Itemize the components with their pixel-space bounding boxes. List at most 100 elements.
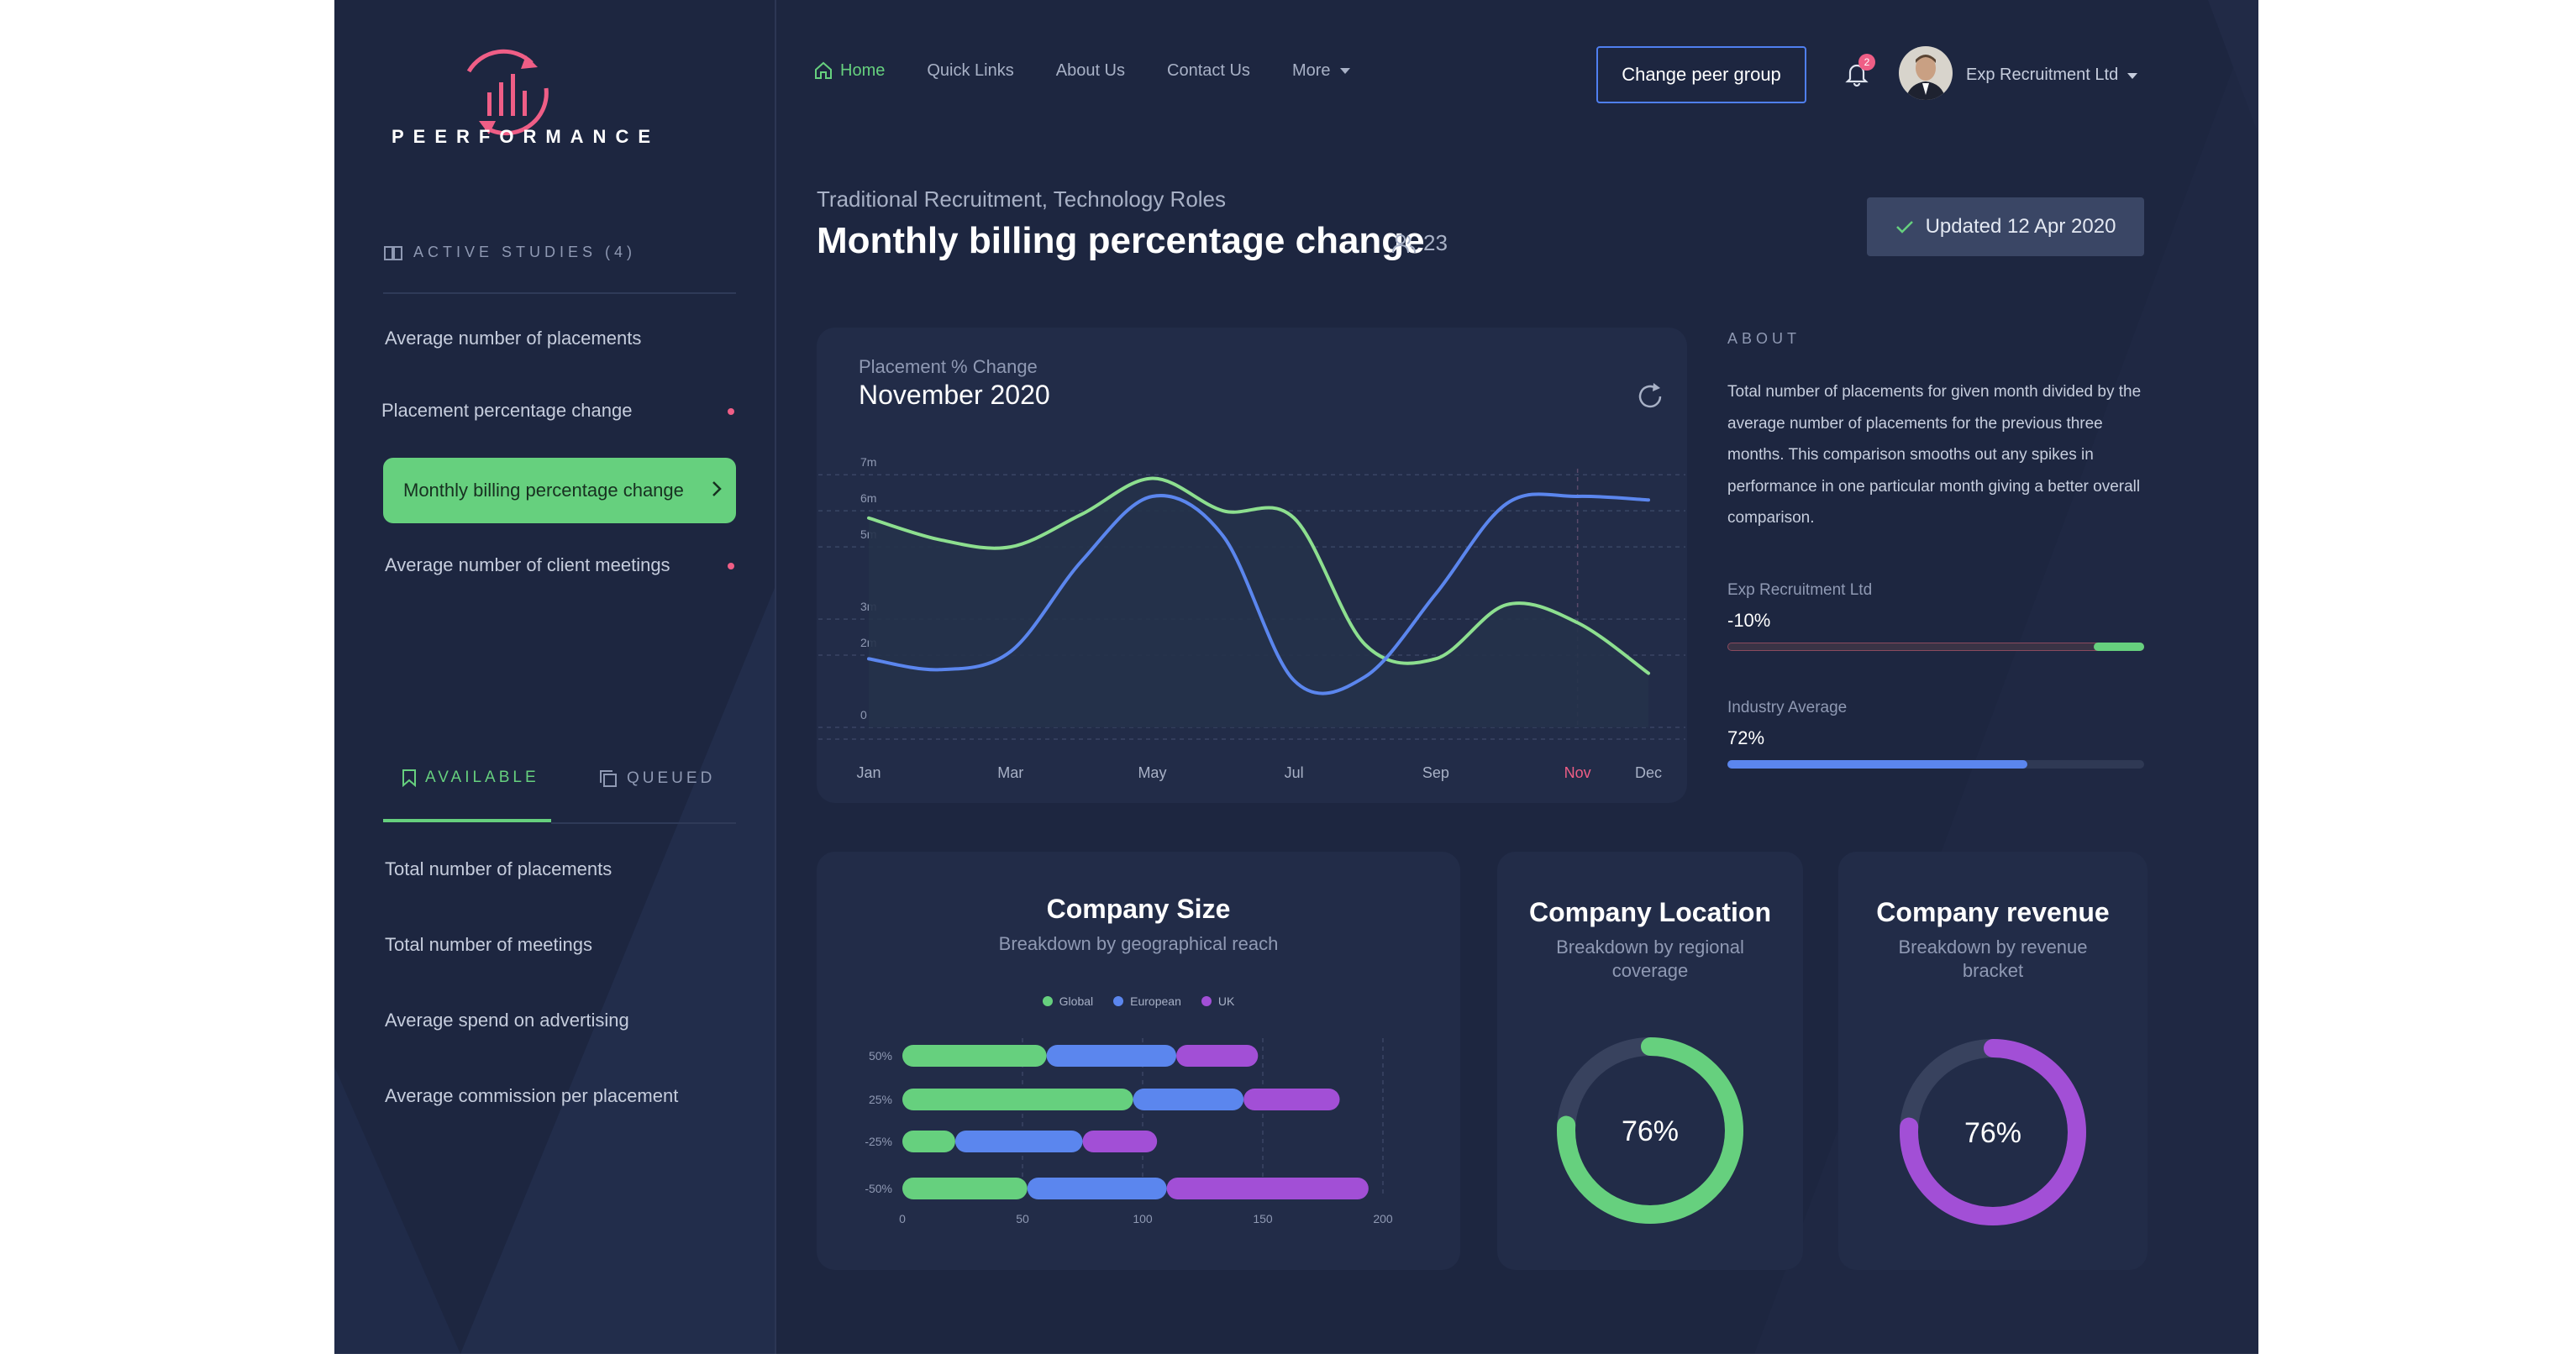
chart-title: November 2020 bbox=[859, 380, 1050, 410]
y-tick-label: 0 bbox=[860, 708, 867, 721]
tab-queued[interactable]: QUEUED bbox=[598, 769, 715, 789]
account-menu[interactable]: Exp Recruitment Ltd bbox=[1966, 66, 2138, 85]
y-tick-label: 6m bbox=[860, 491, 876, 505]
updated-text: Updated 12 Apr 2020 bbox=[1925, 215, 2116, 238]
tabs-divider bbox=[551, 822, 736, 824]
study-item-monthly-billing-active[interactable]: Monthly billing percentage change bbox=[383, 458, 736, 523]
y-tick-label: -50% bbox=[865, 1182, 892, 1195]
bar-european bbox=[954, 1131, 1083, 1152]
nav-about-us[interactable]: About Us bbox=[1056, 61, 1125, 81]
bookmark-icon bbox=[402, 769, 416, 787]
copy-icon bbox=[600, 770, 617, 787]
study-item-placement-percentage[interactable]: Placement percentage change bbox=[381, 400, 734, 422]
book-icon bbox=[384, 245, 402, 260]
bar-global bbox=[902, 1089, 1133, 1110]
company-size-bar-chart: 0 50 100 150 200 50% 25% -25% -50% bbox=[865, 1038, 1393, 1225]
x-tick-label: Dec bbox=[1635, 764, 1662, 781]
y-tick-label: -25% bbox=[865, 1135, 892, 1148]
caret-down-icon bbox=[1339, 68, 1350, 74]
x-tick-label: 50 bbox=[1016, 1212, 1029, 1225]
sidebar: PEERFORMANCE ACTIVE STUDIES (4) Average … bbox=[334, 0, 776, 1354]
study-label: Placement percentage change bbox=[381, 400, 633, 421]
nav-quick-links[interactable]: Quick Links bbox=[927, 61, 1013, 81]
app-window: PEERFORMANCE ACTIVE STUDIES (4) Average … bbox=[334, 0, 2258, 1354]
active-studies-label: ACTIVE STUDIES (4) bbox=[413, 244, 637, 260]
study-item-average-placements[interactable]: Average number of placements bbox=[385, 328, 641, 349]
donut-value: 76% bbox=[1622, 1115, 1679, 1147]
company-revenue-card: Company revenue Breakdown by revenue bra… bbox=[1838, 852, 2148, 1270]
top-navigation: Home Quick Links About Us Contact Us Mor… bbox=[813, 60, 1351, 81]
brand-name: PEERFORMANCE bbox=[392, 126, 660, 147]
refresh-icon[interactable] bbox=[1635, 381, 1665, 412]
nav-more-label: More bbox=[1291, 60, 1331, 80]
bar-global bbox=[902, 1131, 955, 1152]
bar-european bbox=[1027, 1178, 1167, 1199]
bar-uk bbox=[1166, 1178, 1369, 1199]
peer-count-value: 23 bbox=[1423, 230, 1448, 255]
study-label: Average number of placements bbox=[385, 328, 642, 349]
x-tick-label: Sep bbox=[1422, 764, 1449, 781]
notification-badge: 2 bbox=[1858, 54, 1875, 71]
avatar[interactable] bbox=[1899, 46, 1953, 100]
study-item-client-meetings[interactable]: Average number of client meetings bbox=[385, 554, 738, 576]
peer-count: 23 bbox=[1391, 230, 1448, 256]
line-chart-card: 0 2m 3m 5m 6m 7m Jan Mar May Jul Sep Nov Dec Placeme… bbox=[817, 328, 1687, 803]
nav-home[interactable]: Home bbox=[813, 60, 885, 81]
y-tick-label: 25% bbox=[869, 1093, 892, 1106]
updated-badge: Updated 12 Apr 2020 bbox=[1867, 197, 2144, 256]
industry-label: Industry Average bbox=[1727, 699, 1848, 716]
industry-fill bbox=[1727, 760, 2028, 769]
about-heading: ABOUT bbox=[1727, 330, 1801, 347]
bar-global bbox=[902, 1178, 1028, 1199]
comparison-fill bbox=[2094, 643, 2144, 651]
bar-global bbox=[902, 1045, 1047, 1067]
nav-home-label: Home bbox=[840, 60, 886, 80]
x-tick-label: Jul bbox=[1285, 764, 1304, 781]
x-tick-label: 200 bbox=[1373, 1212, 1393, 1225]
available-item[interactable]: Total number of meetings bbox=[385, 934, 592, 956]
donut-value: 76% bbox=[1964, 1117, 2021, 1149]
x-tick-label: Jan bbox=[856, 764, 881, 781]
nav-more[interactable]: More bbox=[1292, 61, 1351, 81]
x-tick-label: 100 bbox=[1133, 1212, 1153, 1225]
bar-uk bbox=[1082, 1131, 1158, 1152]
x-tick-label: May bbox=[1138, 764, 1166, 781]
company-location-card: Company Location Breakdown by regional c… bbox=[1497, 852, 1803, 1270]
active-tab-indicator bbox=[383, 819, 551, 822]
x-tick-label: 0 bbox=[899, 1212, 906, 1225]
y-tick-label: 7m bbox=[860, 455, 876, 469]
chart-subtitle: Placement % Change bbox=[859, 356, 1038, 377]
page-subtitle: Traditional Recruitment, Technology Role… bbox=[817, 186, 1227, 212]
chevron-right-icon bbox=[712, 481, 722, 496]
alert-dot bbox=[728, 563, 734, 569]
bar-uk bbox=[1243, 1089, 1340, 1110]
available-item[interactable]: Average commission per placement bbox=[385, 1085, 678, 1107]
sidebar-divider bbox=[383, 292, 736, 294]
available-item[interactable]: Average spend on advertising bbox=[385, 1010, 629, 1031]
comparison-value: -10% bbox=[1727, 610, 1771, 631]
study-label: Average number of client meetings bbox=[385, 554, 670, 575]
tab-queued-label: QUEUED bbox=[627, 769, 716, 787]
comparison-track bbox=[1727, 643, 2144, 651]
page-title: Monthly billing percentage change bbox=[817, 220, 1425, 261]
change-peer-group-button[interactable]: Change peer group bbox=[1596, 46, 1806, 103]
study-label: Monthly billing percentage change bbox=[403, 480, 684, 501]
study-tabs: AVAILABLE QUEUED bbox=[383, 760, 736, 822]
comparison-label: Exp Recruitment Ltd bbox=[1727, 581, 1873, 599]
x-tick-label: Mar bbox=[997, 764, 1023, 781]
y-tick-label: 50% bbox=[869, 1049, 892, 1063]
tab-available[interactable]: AVAILABLE bbox=[402, 769, 539, 787]
caret-down-icon bbox=[2127, 72, 2138, 79]
tab-available-label: AVAILABLE bbox=[425, 769, 539, 786]
company-size-card: Company Size Breakdown by geographical r… bbox=[817, 852, 1460, 1270]
industry-value: 72% bbox=[1727, 727, 1765, 748]
available-item[interactable]: Total number of placements bbox=[385, 858, 612, 880]
industry-track bbox=[1727, 760, 2144, 769]
home-icon bbox=[815, 61, 832, 79]
bar-european bbox=[1046, 1045, 1177, 1067]
bar-uk bbox=[1176, 1045, 1259, 1067]
active-studies-heading: ACTIVE STUDIES (4) bbox=[383, 244, 636, 261]
nav-contact-us[interactable]: Contact Us bbox=[1167, 61, 1250, 81]
alert-dot bbox=[728, 408, 734, 415]
company-revenue-donut: 76% bbox=[1900, 1039, 2086, 1225]
